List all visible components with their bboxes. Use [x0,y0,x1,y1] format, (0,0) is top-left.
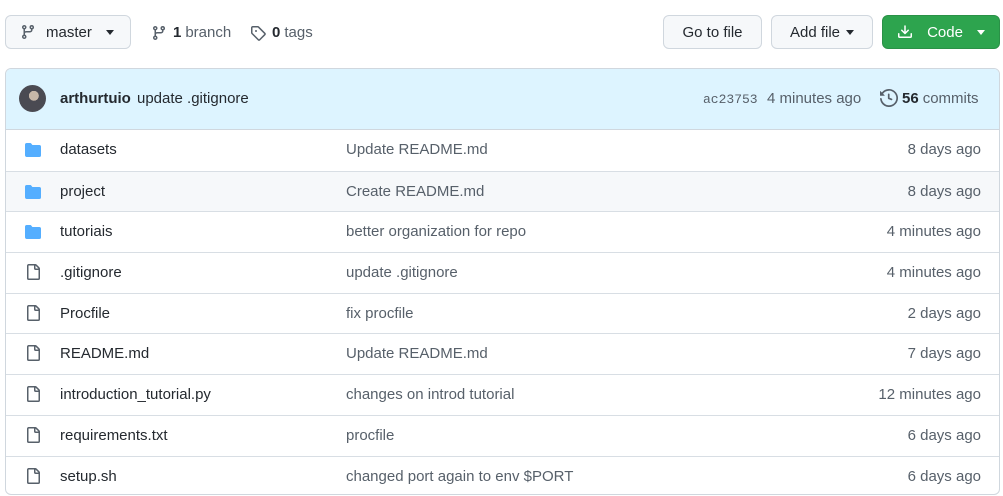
file-commit-message-link[interactable]: better organization for repo [346,223,526,240]
chevron-down-icon [976,29,985,35]
file-commit-message-link[interactable]: procfile [346,427,394,444]
file-last-updated: 8 days ago [907,141,981,158]
tags-link[interactable]: 0 tags [250,24,313,41]
file-row[interactable]: tutoriais better organization for repo 4 m… [6,211,999,252]
tag-icon [251,25,266,41]
file-name-link[interactable]: requirements.txt [60,427,168,444]
file-row[interactable]: .gitignore update .gitignore 4 minutes ago [6,252,999,293]
file-commit-message-link[interactable]: Create README.md [346,183,484,200]
repo-toolbar: master 1 branch 0 tags Go to file Add fi… [0,0,1003,68]
commits-label: commits [922,89,979,107]
file-name-link[interactable]: project [60,183,105,200]
file-commit-message-link[interactable]: changed port again to env $PORT [346,468,573,485]
git-branch-icon [152,25,165,40]
file-row[interactable]: project Create README.md 8 days ago [6,170,999,212]
go-to-file-label: Go to file [682,23,743,41]
commit-time: 4 minutes ago [767,90,862,107]
code-label: Code [927,23,963,41]
file-name-link[interactable]: introduction_tutorial.py [60,386,211,403]
file-commit-message-link[interactable]: Update README.md [346,141,488,158]
file-last-updated: 4 minutes ago [886,223,981,241]
branches-count: 1 [173,24,182,41]
latest-commit-bar: arthurtuio update .gitignore ac23753 4 m… [6,69,999,130]
add-file-button[interactable]: Add file [771,15,873,49]
folder-icon [24,224,42,244]
tags-label: tags [284,24,313,41]
file-icon [25,345,41,365]
chevron-down-icon [846,29,855,35]
commits-count: 56 [902,89,919,107]
code-button[interactable]: Code [882,15,1000,49]
folder-icon [24,142,42,162]
file-last-updated: 6 days ago [907,426,981,444]
file-last-updated: 12 minutes ago [878,386,981,404]
file-row[interactable]: Procfile fix procfile 2 days ago [6,292,999,334]
file-row[interactable]: datasets Update README.md 8 days ago [6,130,999,171]
file-name-link[interactable]: README.md [60,345,149,362]
file-name-link[interactable]: datasets [60,141,117,158]
file-row[interactable]: requirements.txt procfile 6 days ago [6,414,999,456]
file-icon [25,304,41,325]
file-last-updated: 4 minutes ago [886,264,981,282]
commit-sha[interactable]: ac23753 [703,92,758,107]
file-commit-message-link[interactable]: update .gitignore [346,264,458,281]
file-commit-message-link[interactable]: fix procfile [346,305,414,322]
commits-history-link[interactable]: 56 commits [880,89,979,107]
avatar[interactable] [19,85,46,112]
branches-link[interactable]: 1 branch [151,24,231,41]
file-name-link[interactable]: tutoriais [60,223,113,240]
download-icon [898,25,913,38]
file-row[interactable]: introduction_tutorial.py changes on intro… [6,374,999,415]
file-list: datasets Update README.md 8 days ago projec… [6,130,999,495]
file-last-updated: 2 days ago [907,304,981,322]
file-row[interactable]: README.md Update README.md 7 days ago [6,333,999,374]
file-icon [25,386,41,406]
commit-author[interactable]: arthurtuio [60,90,131,107]
history-icon [880,89,898,107]
commit-message[interactable]: update .gitignore [137,90,249,107]
go-to-file-button[interactable]: Go to file [663,15,762,49]
file-icon [25,264,41,284]
file-icon [25,467,41,488]
file-commit-message-link[interactable]: changes on introd tutorial [346,386,514,403]
file-name-link[interactable]: setup.sh [60,468,117,485]
branches-label: branch [185,24,232,41]
file-icon [25,426,41,447]
git-branch-icon [21,25,34,40]
file-last-updated: 6 days ago [907,467,981,485]
add-file-label: Add file [789,23,841,41]
file-name-link[interactable]: Procfile [60,305,110,322]
tags-count: 0 [272,24,281,41]
folder-icon [24,184,42,204]
chevron-down-icon [105,29,114,35]
branch-name: master [46,23,92,41]
file-browser: arthurtuio update .gitignore ac23753 4 m… [5,68,1000,495]
file-name-link[interactable]: .gitignore [60,264,122,281]
branch-select-button[interactable]: master [5,15,131,49]
file-last-updated: 8 days ago [907,182,981,200]
file-last-updated: 7 days ago [907,345,981,363]
file-row[interactable]: setup.sh changed port again to env $PORT 6… [6,455,999,495]
file-commit-message-link[interactable]: Update README.md [346,345,488,362]
